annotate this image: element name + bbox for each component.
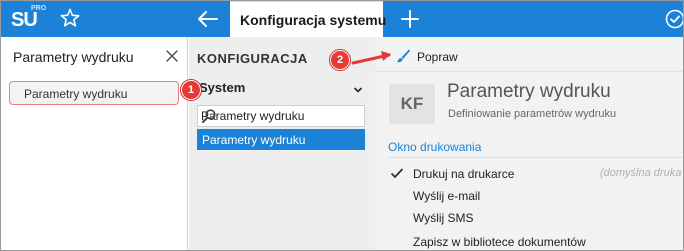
nav-item-parametry-wydruku[interactable]: Parametry wydruku [197,129,365,150]
config-nav-panel: KONFIGURACJA System Parametry wydruku Pa… [189,37,375,250]
step-badge-2: 2 [330,50,350,70]
option-save-to-library[interactable]: Zapisz w bibliotece dokumentów [388,231,683,250]
section-divider [388,157,683,158]
option-send-email[interactable]: Wyślij e-mail [388,185,683,207]
option-hint: (domyślna druka [600,167,682,179]
toolbar-divider [375,71,683,72]
option-label: Wyślij SMS [413,211,474,225]
page-subtitle: Definiowanie parametrów wydruku [448,108,617,120]
option-label: Wyślij e-mail [413,189,481,203]
brush-icon [395,48,411,64]
plus-icon[interactable] [399,8,421,30]
detail-panel: Popraw KF Parametry wydruku Definiowanie… [375,37,683,250]
option-label: Zapisz w bibliotece dokumentów [413,235,586,249]
module-badge-text: KF [400,94,424,113]
step-badge-1: 1 [181,80,201,100]
edit-button-label: Popraw [417,50,458,64]
search-panel: Parametry wydruku Parametry wydruku [1,37,188,250]
option-label: Drukuj na drukarce [413,167,515,181]
module-badge: KF [389,84,435,124]
tab-konfiguracja-systemu[interactable]: Konfiguracja systemu [230,1,387,37]
logo-sup-text: PRO [31,5,47,12]
checkmark-icon[interactable] [390,166,404,180]
option-send-sms[interactable]: Wyślij SMS [388,207,683,229]
filter-input[interactable]: Parametry wydruku [197,105,365,127]
tab-label: Konfiguracja systemu [240,12,387,28]
search-input[interactable]: Parametry wydruku [13,49,134,65]
top-bar: SU PRO Konfiguracja systemu [1,1,683,37]
logo-text: SU [11,9,38,31]
search-icon[interactable] [201,108,217,124]
close-icon[interactable] [163,47,181,65]
select-value: System [199,80,246,95]
panel-title: KONFIGURACJA [197,51,308,66]
star-icon[interactable] [59,7,81,29]
step-number: 2 [336,54,344,66]
section-title: Okno drukowania [388,140,482,154]
chevron-down-icon [353,82,363,93]
search-result-item[interactable]: Parametry wydruku [9,81,179,105]
category-select[interactable]: System [197,78,365,98]
page-title: Parametry wydruku [447,81,611,102]
check-circle-icon[interactable] [664,8,683,30]
app-window: SU PRO Konfiguracja systemu Parametry wy… [0,0,684,251]
step-number: 1 [187,84,195,96]
app-logo[interactable]: SU PRO [11,4,47,34]
back-arrow-icon[interactable] [195,6,221,32]
option-print-on-printer[interactable]: Drukuj na drukarce (domyślna druka [388,163,683,185]
nav-item-label: Parametry wydruku [202,133,306,147]
search-result-label: Parametry wydruku [24,87,128,101]
